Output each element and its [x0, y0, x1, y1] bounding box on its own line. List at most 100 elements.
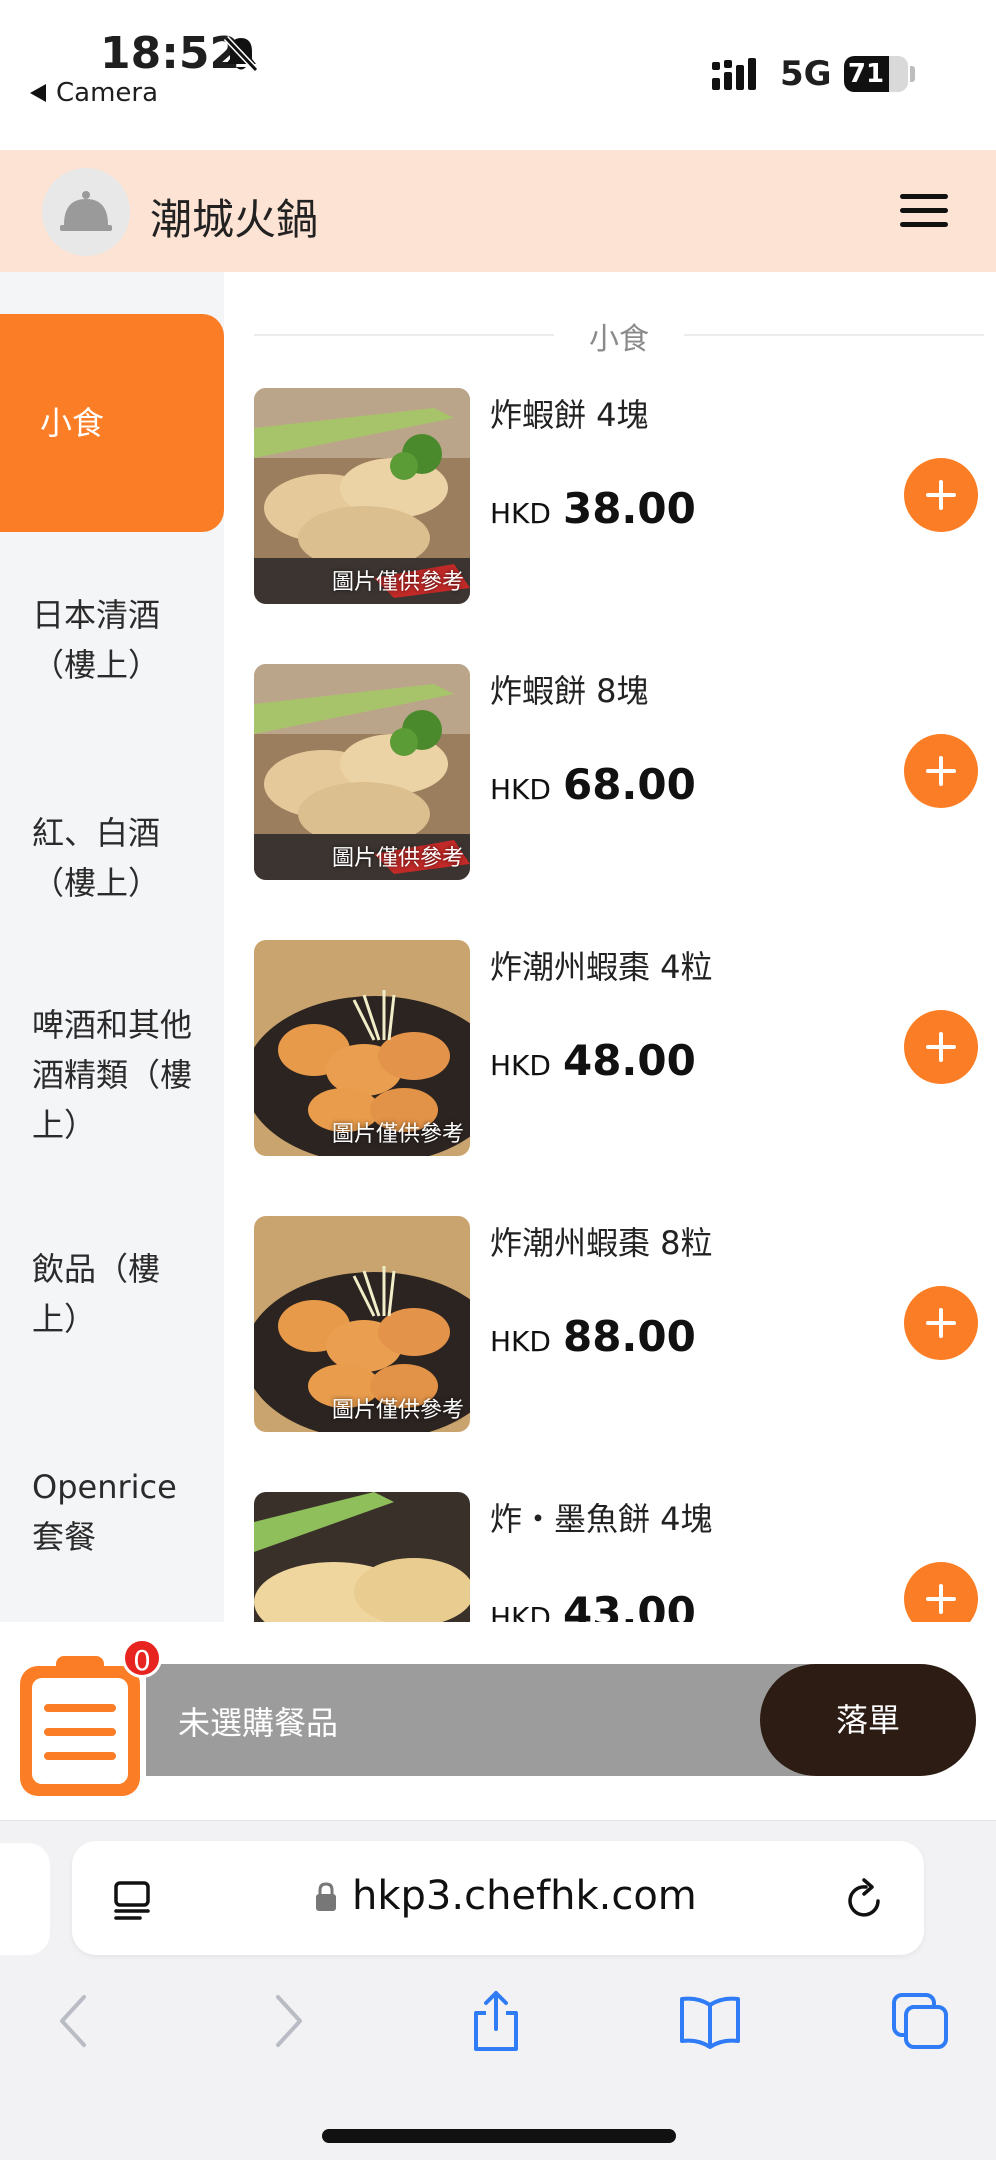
back-app-label: Camera	[56, 78, 159, 108]
category-openrice-set[interactable]: Openrice套餐	[0, 1462, 224, 1562]
tabs-button[interactable]	[886, 1987, 954, 2055]
cart-summary[interactable]: 未選購餐品 落單	[146, 1664, 976, 1776]
status-bar: 18:52 Camera 5G 71	[0, 0, 996, 150]
price-amount: 68.00	[562, 760, 696, 809]
menu-item[interactable]: 圖片僅供參考 炸潮州蝦棗 4粒 HKD 48.00	[254, 940, 984, 1156]
category-red-white-wine[interactable]: 紅、白酒（樓上）	[0, 808, 224, 908]
price-currency: HKD	[490, 1325, 551, 1358]
add-to-cart-button[interactable]	[904, 1010, 978, 1084]
share-button[interactable]	[462, 1987, 530, 2055]
category-snacks[interactable]: 小食	[0, 314, 224, 532]
status-time: 18:52	[100, 28, 241, 79]
restaurant-name: 潮城火鍋	[150, 195, 319, 244]
category-label: 小食	[40, 404, 105, 442]
service-bell-icon	[60, 191, 112, 231]
price-amount: 38.00	[562, 484, 696, 533]
item-photo-caption: 圖片僅供參考	[331, 1398, 464, 1423]
category-sidebar: 小食 日本清酒（樓上） 紅、白酒（樓上） 啤酒和其他酒精類（樓上） 飲品（樓上）…	[0, 272, 224, 1622]
app-header: 潮城火鍋	[0, 150, 996, 272]
place-order-button[interactable]: 落單	[760, 1664, 976, 1776]
price-currency: HKD	[490, 1601, 551, 1622]
item-name: 炸蝦餅 8塊	[490, 672, 649, 710]
bookmarks-button[interactable]	[676, 1987, 744, 2055]
section-title: 小食	[589, 322, 649, 357]
signal-icon	[712, 58, 756, 90]
battery-icon: 71	[844, 56, 908, 92]
item-name: 炸蝦餅 4塊	[490, 396, 649, 434]
item-name: 炸・墨魚餅 4塊	[490, 1500, 713, 1538]
home-indicator	[322, 2129, 676, 2143]
menu-item[interactable]: 圖片僅供參考 炸潮州蝦棗 8粒 HKD 88.00	[254, 1216, 984, 1432]
battery-level: 71	[847, 59, 885, 89]
item-photo: 圖片僅供參考	[254, 1216, 470, 1432]
item-price: HKD 38.00	[490, 484, 696, 533]
plus-icon	[926, 756, 956, 786]
add-to-cart-button[interactable]	[904, 734, 978, 808]
menu-item[interactable]: 圖片僅供參考 炸蝦餅 4塊 HKD 38.00	[254, 388, 984, 604]
menu-content: 小食 圖片僅供參考 炸蝦餅 4塊 HKD 38.00 圖片僅供參考 炸蝦餅 8塊…	[224, 272, 996, 1622]
menu-item[interactable]: 炸・墨魚餅 4塊 HKD 43.00	[254, 1492, 984, 1622]
plus-icon	[926, 1032, 956, 1062]
price-amount: 48.00	[562, 1036, 696, 1085]
menu-item[interactable]: 圖片僅供參考 炸蝦餅 8塊 HKD 68.00	[254, 664, 984, 880]
item-photo	[254, 1492, 470, 1622]
item-photo-caption: 圖片僅供參考	[331, 1122, 464, 1147]
reload-icon[interactable]	[844, 1877, 888, 1921]
tabs-icon	[892, 1993, 948, 2049]
item-name: 炸潮州蝦棗 4粒	[490, 948, 713, 986]
item-photo-caption: 圖片僅供參考	[331, 570, 464, 595]
address-bar[interactable]: hkp3.chefhk.com	[72, 1841, 924, 1955]
item-price: HKD 43.00	[490, 1588, 696, 1622]
add-to-cart-button[interactable]	[904, 1286, 978, 1360]
price-currency: HKD	[490, 1049, 551, 1082]
category-label: 啤酒和其他酒精類（樓上）	[32, 1006, 193, 1144]
restaurant-logo[interactable]	[42, 168, 130, 256]
add-to-cart-button[interactable]	[904, 458, 978, 532]
item-price: HKD 88.00	[490, 1312, 696, 1361]
forward-icon	[276, 1995, 302, 2047]
category-japanese-sake[interactable]: 日本清酒（樓上）	[0, 590, 224, 690]
item-name: 炸潮州蝦棗 8粒	[490, 1224, 713, 1262]
share-icon	[474, 1991, 518, 2051]
order-list-icon[interactable]	[16, 1650, 144, 1800]
price-amount: 43.00	[562, 1588, 696, 1622]
plus-icon	[926, 1308, 956, 1338]
item-photo: 圖片僅供參考	[254, 664, 470, 880]
category-label: 日本清酒（樓上）	[32, 596, 161, 684]
category-drinks[interactable]: 飲品（樓上）	[0, 1244, 224, 1344]
item-price: HKD 48.00	[490, 1036, 696, 1085]
previous-tab-edge[interactable]	[0, 1843, 50, 1955]
back-to-app-link[interactable]: Camera	[30, 78, 158, 108]
back-triangle-icon	[30, 84, 46, 102]
reader-icon[interactable]	[112, 1877, 156, 1921]
battery-tip	[910, 66, 915, 82]
item-price: HKD 68.00	[490, 760, 696, 809]
back-button[interactable]	[40, 1987, 108, 2055]
forward-button[interactable]	[254, 1987, 322, 2055]
price-currency: HKD	[490, 497, 551, 530]
item-photo: 圖片僅供參考	[254, 940, 470, 1156]
cart-count-badge: 0	[122, 1638, 162, 1678]
item-photo: 圖片僅供參考	[254, 388, 470, 604]
cart-bar: 未選購餐品 落單 0	[0, 1622, 996, 1820]
category-label: Openrice套餐	[32, 1468, 177, 1556]
hamburger-menu-icon[interactable]	[896, 188, 952, 234]
back-icon	[60, 1995, 86, 2047]
category-label: 飲品（樓上）	[32, 1250, 161, 1338]
bell-slash-icon	[223, 35, 259, 73]
category-beer-spirits[interactable]: 啤酒和其他酒精類（樓上）	[0, 1000, 224, 1150]
price-amount: 88.00	[562, 1312, 696, 1361]
lock-icon	[316, 1882, 336, 1911]
browser-toolbar: hkp3.chefhk.com	[0, 1820, 996, 2160]
bookmarks-icon	[680, 1996, 740, 2049]
plus-icon	[926, 1584, 956, 1614]
price-currency: HKD	[490, 773, 551, 806]
url-text: hkp3.chefhk.com	[352, 1873, 697, 1919]
network-label: 5G	[780, 54, 832, 94]
category-label: 紅、白酒（樓上）	[32, 814, 161, 902]
section-heading: 小食	[254, 314, 984, 357]
item-photo-caption: 圖片僅供參考	[331, 846, 464, 871]
cart-status-text: 未選購餐品	[178, 1704, 339, 1742]
plus-icon	[926, 480, 956, 510]
add-to-cart-button[interactable]	[904, 1562, 978, 1622]
